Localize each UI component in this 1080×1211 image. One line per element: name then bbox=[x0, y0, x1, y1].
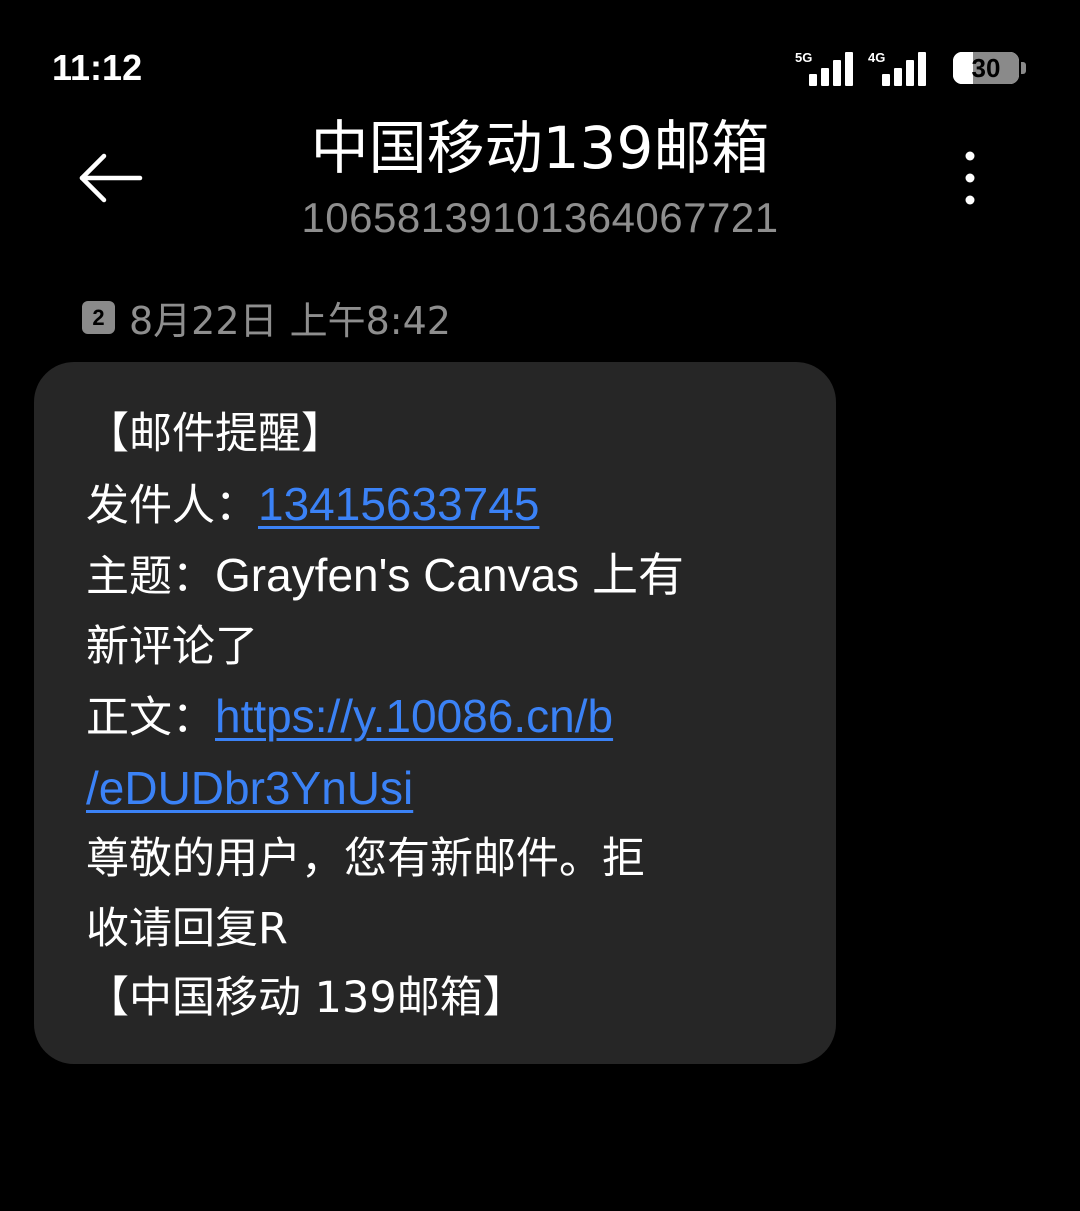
body-label: 正文： bbox=[86, 693, 215, 743]
signal-4g-icon: 4G bbox=[868, 50, 938, 86]
notice-line: 尊敬的用户，您有新邮件。拒 bbox=[86, 834, 645, 884]
more-vertical-icon bbox=[965, 151, 975, 205]
status-time: 11:12 bbox=[52, 47, 143, 88]
subject-line: 主题：Grayfen's Canvas 上有 bbox=[86, 541, 766, 613]
subject-text: Grayfen's Canvas 上有 bbox=[215, 549, 684, 601]
body-url-link[interactable]: https://y.10086.cn/b bbox=[215, 690, 613, 742]
battery-level: 30 bbox=[971, 53, 1001, 83]
body-url-link-continued: /eDUDbr3YnUsi bbox=[86, 754, 766, 826]
battery-icon: 30 bbox=[953, 52, 1019, 84]
message-title: 【邮件提醒】 bbox=[86, 409, 344, 459]
notice-line-continued: 收请回复R bbox=[86, 903, 288, 954]
conversation-header: 中国移动139邮箱 10658139101364067721 bbox=[0, 100, 1080, 260]
contact-number: 10658139101364067721 bbox=[301, 194, 779, 241]
body-url-link-part2[interactable]: /eDUDbr3YnUsi bbox=[86, 762, 413, 814]
signal-bars bbox=[882, 50, 926, 86]
signal-5g-icon: 5G bbox=[795, 50, 861, 86]
signal-bars bbox=[809, 50, 853, 86]
message-body: 【邮件提醒】 发件人：13415633745 主题：Grayfen's Canv… bbox=[86, 400, 766, 1034]
battery-tip bbox=[1021, 62, 1026, 74]
sim-slot-badge: 2 bbox=[82, 300, 115, 334]
timestamp-text: 8月22日 上午8:42 bbox=[129, 298, 451, 343]
sender-label: 发件人： bbox=[86, 480, 258, 531]
sender-line: 发件人：13415633745 bbox=[86, 470, 766, 542]
contact-name: 中国移动139邮箱 bbox=[310, 114, 770, 182]
subject-text-continued: 新评论了 bbox=[86, 621, 258, 672]
message-signature: 【中国移动 139邮箱】 bbox=[86, 973, 526, 1023]
sender-phone-link[interactable]: 13415633745 bbox=[258, 478, 539, 530]
subject-label: 主题： bbox=[86, 552, 215, 602]
more-options-button[interactable] bbox=[945, 142, 995, 214]
message-timestamp: 2 8月22日 上午8:42 bbox=[82, 292, 451, 343]
body-line: 正文：https://y.10086.cn/b bbox=[86, 682, 766, 754]
